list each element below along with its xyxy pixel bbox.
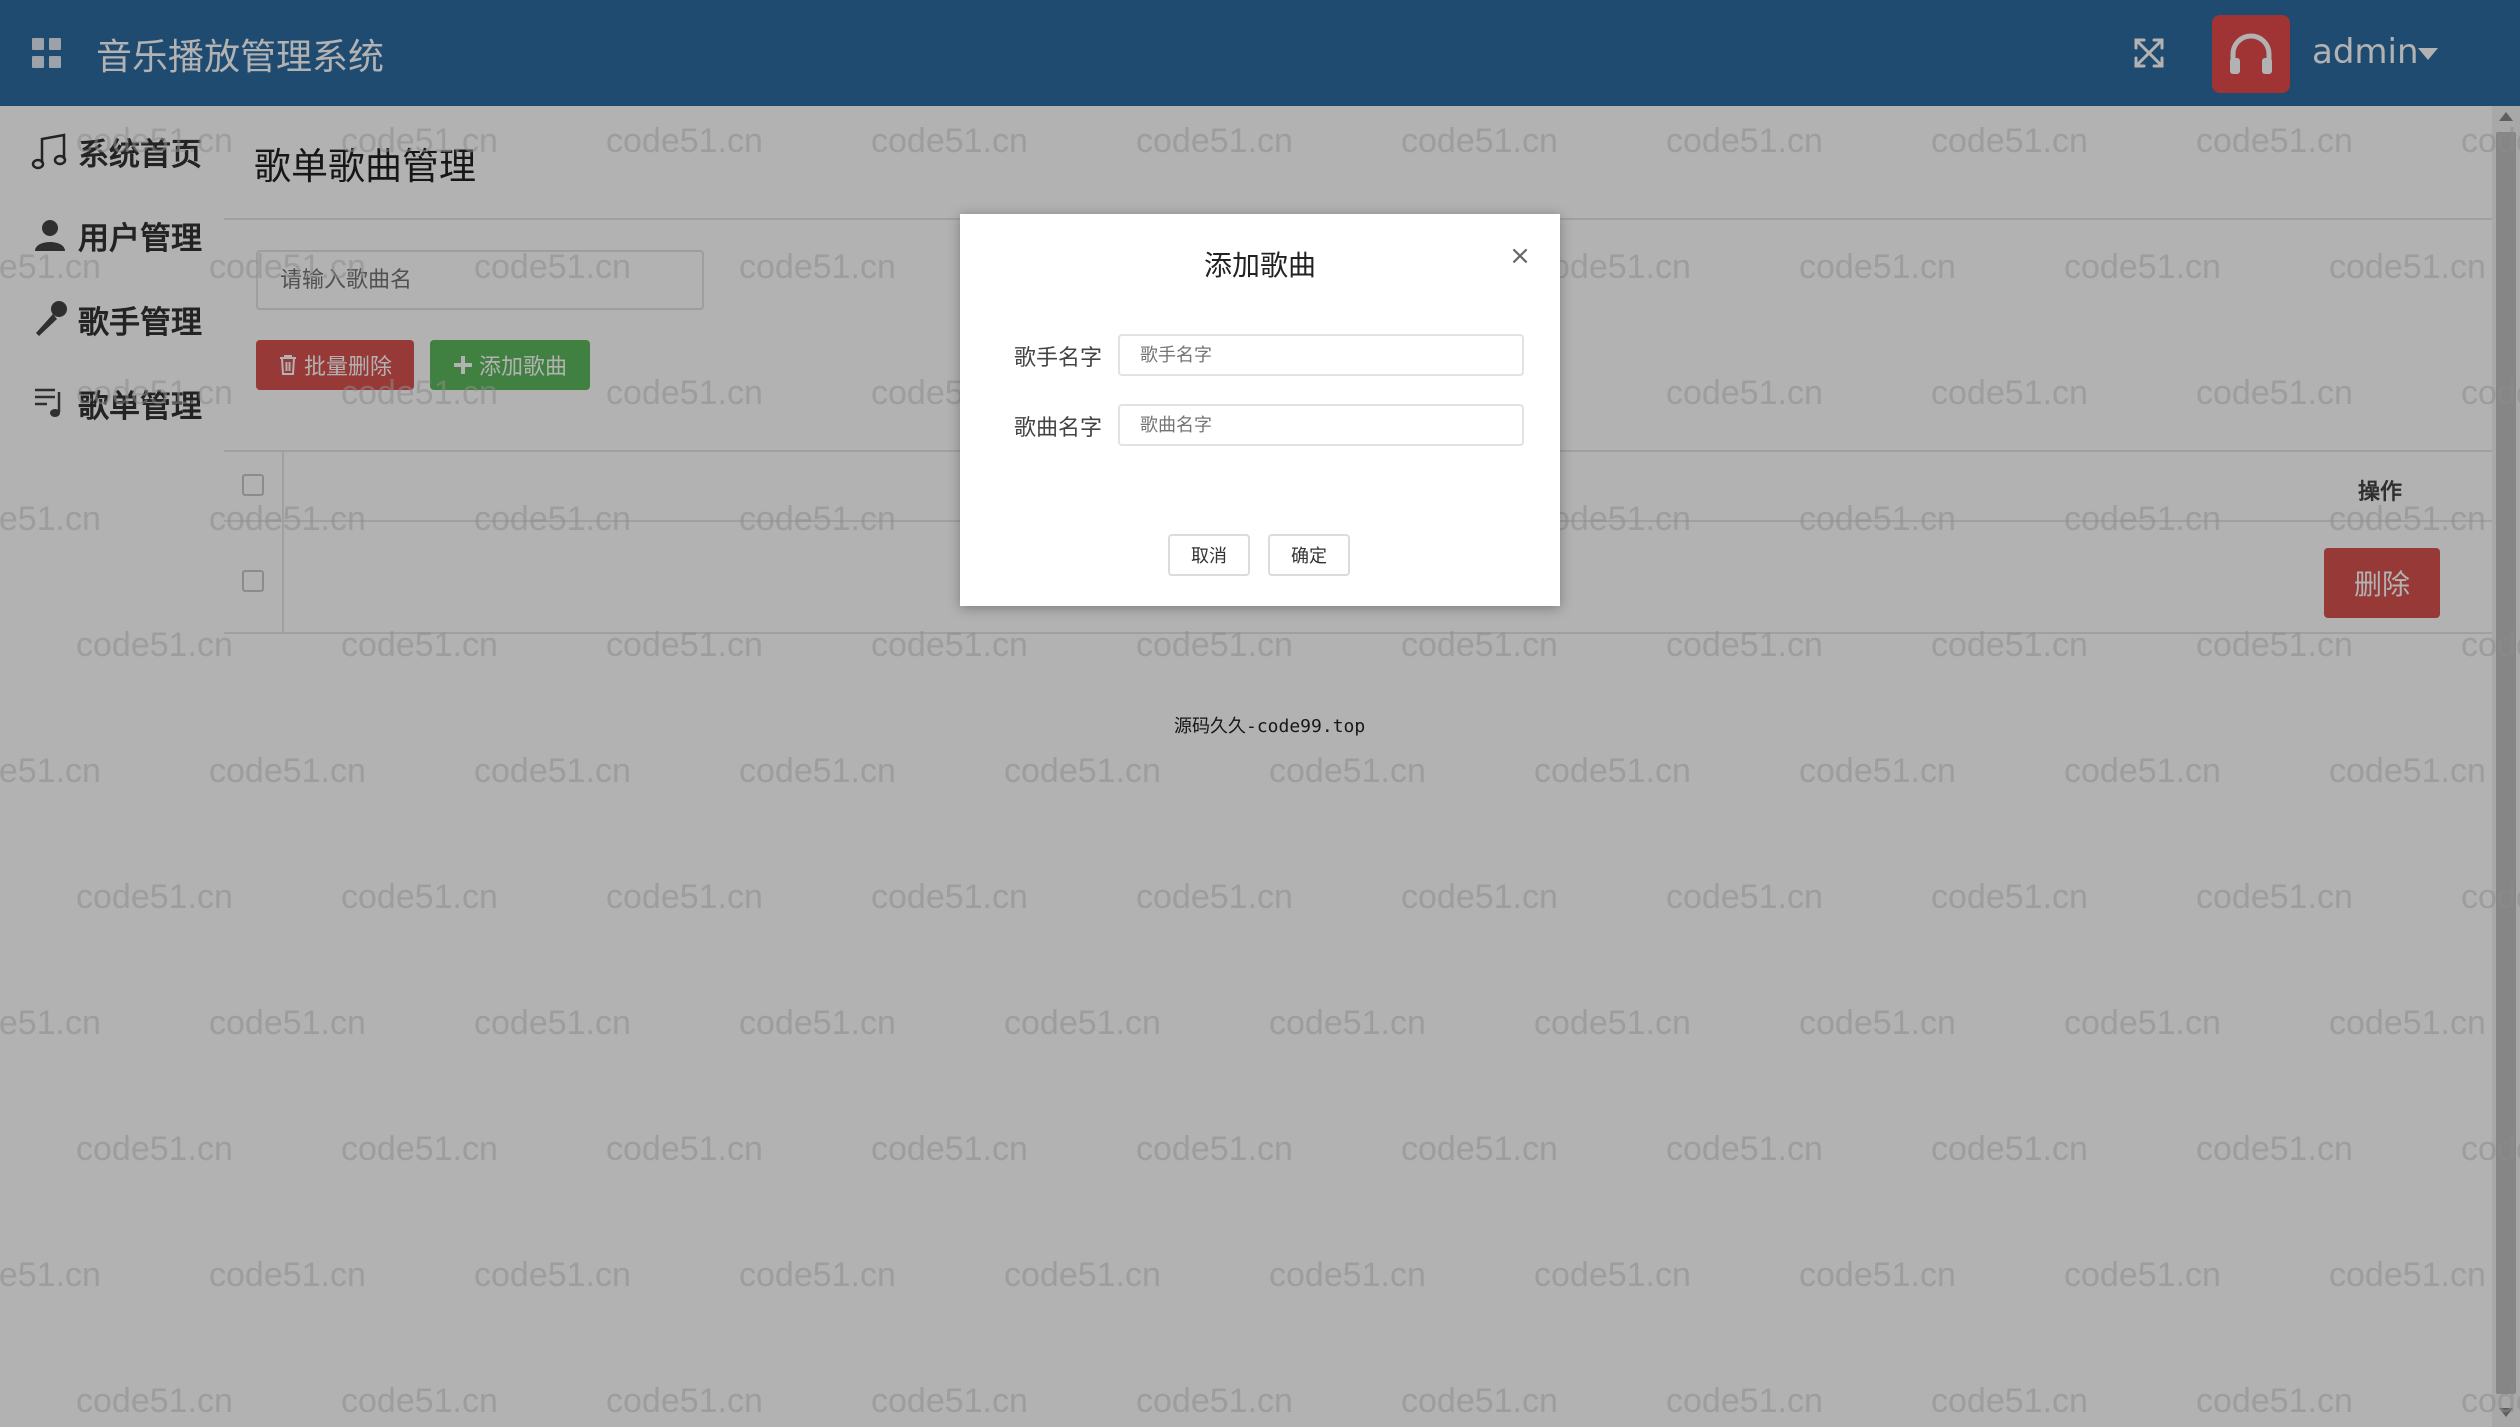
dialog-title: 添加歌曲 — [1203, 249, 1316, 282]
cancel-button[interactable]: 取消 — [1168, 534, 1250, 576]
confirm-button[interactable]: 确定 — [1268, 534, 1350, 576]
song-name-field[interactable] — [1118, 404, 1524, 446]
song-label: 歌曲名字 — [1014, 416, 1103, 441]
close-icon[interactable]: × — [1506, 242, 1534, 270]
singer-label: 歌手名字 — [1014, 346, 1103, 371]
add-song-dialog: 添加歌曲 × 歌手名字 歌曲名字 取消 确定 — [960, 214, 1560, 606]
singer-name-field[interactable] — [1118, 334, 1524, 376]
